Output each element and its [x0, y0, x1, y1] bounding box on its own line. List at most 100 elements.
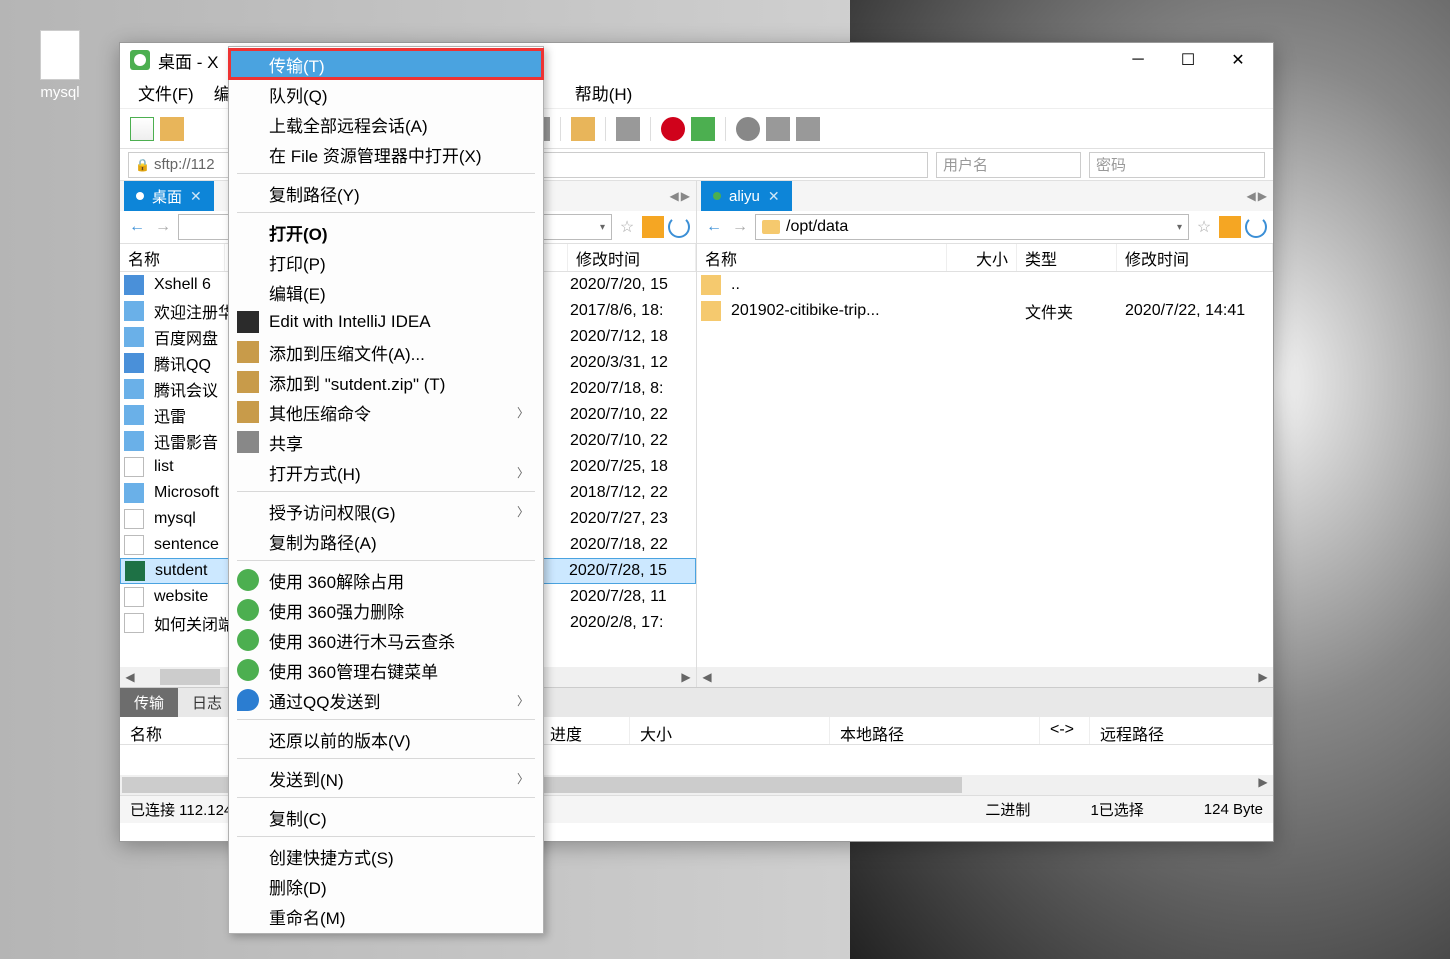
menu-item[interactable]: 删除(D): [229, 871, 543, 901]
menu-item-label: 复制路径(Y): [269, 181, 360, 206]
file-row[interactable]: 201902-citibike-trip... 文件夹 2020/7/22, 1…: [697, 298, 1273, 324]
menu-item-icon: [237, 311, 259, 333]
file-icon: [124, 613, 144, 633]
menu-item[interactable]: 队列(Q): [229, 79, 543, 109]
file-row[interactable]: ..: [697, 272, 1273, 298]
menu-help[interactable]: 帮助(H): [567, 76, 641, 109]
tcol-progress[interactable]: 进度: [540, 717, 630, 744]
menu-item[interactable]: 其他压缩命令〉: [229, 397, 543, 427]
remote-hscroll[interactable]: ◀▶: [697, 667, 1273, 687]
view-icon[interactable]: [616, 117, 640, 141]
tab-next-icon[interactable]: ▶: [681, 189, 690, 203]
sync-icon[interactable]: [691, 117, 715, 141]
forward-icon[interactable]: →: [729, 216, 751, 238]
col-name[interactable]: 名称: [697, 244, 947, 271]
menu-item[interactable]: 共享: [229, 427, 543, 457]
menu-item[interactable]: 使用 360管理右键菜单: [229, 655, 543, 685]
props-icon[interactable]: [571, 117, 595, 141]
close-button[interactable]: ✕: [1213, 43, 1263, 77]
forward-icon[interactable]: →: [152, 216, 174, 238]
tab-next-icon[interactable]: ▶: [1258, 189, 1267, 203]
col-type[interactable]: 类型: [1017, 244, 1117, 271]
menu-item[interactable]: 发送到(N)〉: [229, 763, 543, 793]
gear-icon[interactable]: [736, 117, 760, 141]
menu-file[interactable]: 文件(F): [130, 76, 202, 109]
chevron-down-icon[interactable]: ▾: [600, 222, 605, 233]
menu-item[interactable]: 添加到压缩文件(A)...: [229, 337, 543, 367]
minimize-button[interactable]: ─: [1113, 43, 1163, 77]
tab-prev-icon[interactable]: ◀: [1247, 189, 1256, 203]
tcol-dir[interactable]: <->: [1040, 717, 1090, 744]
menu-item[interactable]: 授予访问权限(G)〉: [229, 496, 543, 526]
file-name: 201902-citibike-trip...: [725, 302, 949, 320]
menu-item[interactable]: 传输(T): [229, 49, 543, 79]
menu-item-label: 传输(T): [269, 52, 325, 77]
menu-item-icon: [237, 629, 259, 651]
tcol-size[interactable]: 大小: [630, 717, 830, 744]
file-modified: 2020/7/10, 22: [564, 406, 692, 424]
help-icon[interactable]: [766, 117, 790, 141]
menu-item[interactable]: 上载全部远程会话(A): [229, 109, 543, 139]
menu-item[interactable]: 使用 360进行木马云查杀: [229, 625, 543, 655]
back-icon[interactable]: ←: [703, 216, 725, 238]
menu-item[interactable]: 创建快捷方式(S): [229, 841, 543, 871]
menu-item[interactable]: Edit with IntelliJ IDEA: [229, 307, 543, 337]
swirl-icon[interactable]: [661, 117, 685, 141]
tab-prev-icon[interactable]: ◀: [670, 189, 679, 203]
menu-item[interactable]: 使用 360强力删除: [229, 595, 543, 625]
menu-item[interactable]: 重命名(M): [229, 901, 543, 931]
open-icon[interactable]: [160, 117, 184, 141]
menu-item-label: 编辑(E): [269, 280, 326, 305]
menu-item-label: 通过QQ发送到: [269, 688, 380, 713]
col-modified[interactable]: 修改时间: [568, 244, 696, 271]
chevron-down-icon[interactable]: ▾: [1177, 222, 1182, 233]
file-icon: [124, 457, 144, 477]
file-modified: 2018/7/12, 22: [564, 484, 692, 502]
remote-path-input[interactable]: /opt/data▾: [755, 214, 1189, 240]
menu-item[interactable]: 通过QQ发送到〉: [229, 685, 543, 715]
password-input[interactable]: 密码: [1089, 152, 1265, 178]
tcol-local[interactable]: 本地路径: [830, 717, 1040, 744]
new-icon[interactable]: [130, 117, 154, 141]
menu-item[interactable]: 还原以前的版本(V): [229, 724, 543, 754]
col-size[interactable]: 大小: [947, 244, 1017, 271]
menu-item[interactable]: 使用 360解除占用: [229, 565, 543, 595]
menu-item[interactable]: 打印(P): [229, 247, 543, 277]
refresh-icon[interactable]: [1245, 216, 1267, 238]
tab-desktop[interactable]: 桌面✕: [124, 181, 214, 211]
menu-item[interactable]: 打开(O): [229, 217, 543, 247]
menu-separator: [237, 560, 535, 561]
menu-item[interactable]: 复制路径(Y): [229, 178, 543, 208]
context-menu: 传输(T)队列(Q)上载全部远程会话(A)在 File 资源管理器中打开(X) 复…: [228, 46, 544, 934]
tab-transfer[interactable]: 传输: [120, 688, 178, 717]
tcol-remote[interactable]: 远程路径: [1090, 717, 1273, 744]
menu-item[interactable]: 在 File 资源管理器中打开(X): [229, 139, 543, 169]
col-name[interactable]: 名称: [120, 244, 225, 271]
back-icon[interactable]: ←: [126, 216, 148, 238]
menu-item-icon: [237, 401, 259, 423]
menu-item-label: 复制(C): [269, 805, 327, 830]
home-icon[interactable]: [642, 216, 664, 238]
tab-close-icon[interactable]: ✕: [768, 188, 780, 205]
star-icon[interactable]: ☆: [616, 216, 638, 238]
home-icon[interactable]: [1219, 216, 1241, 238]
file-icon: [124, 587, 144, 607]
menu-item-label: 打开方式(H): [269, 460, 361, 485]
menu-item[interactable]: 编辑(E): [229, 277, 543, 307]
remote-file-list[interactable]: .. 201902-citibike-trip... 文件夹 2020/7/22…: [697, 272, 1273, 667]
star-icon[interactable]: ☆: [1193, 216, 1215, 238]
maximize-button[interactable]: ☐: [1163, 43, 1213, 77]
menu-item[interactable]: 复制(C): [229, 802, 543, 832]
menu-item[interactable]: 复制为路径(A): [229, 526, 543, 556]
menu-item[interactable]: 打开方式(H)〉: [229, 457, 543, 487]
username-input[interactable]: 用户名: [936, 152, 1081, 178]
desktop-icon-mysql[interactable]: mysql: [40, 30, 80, 101]
col-modified[interactable]: 修改时间: [1117, 244, 1273, 271]
refresh-icon[interactable]: [668, 216, 690, 238]
tab-close-icon[interactable]: ✕: [190, 188, 202, 205]
file-modified: 2020/7/18, 8:: [564, 380, 692, 398]
menu-item[interactable]: 添加到 "sutdent.zip" (T): [229, 367, 543, 397]
tab-aliyu[interactable]: aliyu✕: [701, 181, 792, 211]
chat-icon[interactable]: [796, 117, 820, 141]
file-modified: 2020/7/28, 15: [563, 562, 691, 580]
